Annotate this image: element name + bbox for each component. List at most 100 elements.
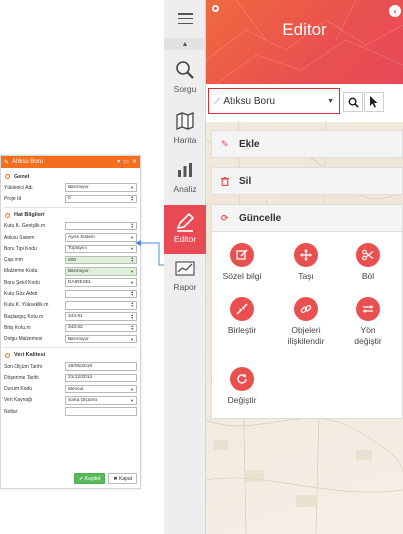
close-button[interactable]: ✖ Kapat (108, 473, 137, 484)
field-value: 31/12/2014 (68, 375, 93, 381)
nav-item-sorgu[interactable]: Sorgu (164, 60, 206, 104)
hamburger-menu-button[interactable] (164, 0, 206, 37)
spinner-icon[interactable]: ▲ ▼ (131, 302, 134, 309)
section-genel: Genel (1, 171, 140, 182)
editor-title: Editor (282, 20, 327, 39)
op-birlestir[interactable]: Birleştir (212, 297, 272, 336)
number-field[interactable]: 0 ▲ ▼ (65, 194, 137, 204)
genel-rows: Yüklenici Adı Bilinmiyor ▼ Proje Id 0 ▲ ▼ (1, 182, 140, 205)
select-field[interactable]: Toplayıcı ▼ (65, 244, 137, 254)
nav-item-editor[interactable]: Editor (164, 205, 206, 254)
chart-icon (178, 163, 192, 177)
number-field[interactable]: ▲ ▼ (65, 301, 137, 310)
close-window-button[interactable]: ✕ (132, 159, 137, 165)
search-button[interactable] (343, 92, 363, 112)
field-label: Atıksu Sistem (4, 234, 35, 241)
op-sozel-bilgi[interactable]: Sözel bilgi (212, 243, 272, 282)
nav-item-analiz[interactable]: Analiz (164, 160, 206, 204)
op-tasi[interactable]: Taşı (276, 243, 336, 282)
op-degistir[interactable]: Değiştir (212, 367, 272, 406)
field-value: 0 (68, 196, 71, 202)
scroll-up-button[interactable]: ▲ (164, 38, 206, 50)
field-value: Bilinmiyor (68, 336, 89, 342)
chevron-down-icon: ▼ (130, 185, 134, 191)
nav-item-harita[interactable]: Harita (164, 111, 206, 155)
form-row: Bitiş Kotu.m 343,62 ▲ ▼ (1, 322, 140, 333)
field-label: Yüklenici Adı (4, 184, 33, 191)
collapse-window-button[interactable]: ▾ (117, 159, 120, 165)
nav-label: Harita (173, 135, 197, 145)
field-value: DAIRESEL (68, 280, 92, 286)
nav-item-rapor[interactable]: Rapor (164, 258, 206, 302)
date-field[interactable]: 28/05/2019 (65, 362, 137, 371)
ekle-section[interactable]: ✎ Ekle (211, 130, 403, 158)
op-objeleri-iliskilendir[interactable]: Objeleri ilişkilendir (276, 297, 336, 346)
layer-select-value: Atıksu Boru (223, 95, 276, 107)
number-field[interactable]: 600 ▲ ▼ (65, 255, 137, 265)
spinner-icon[interactable]: ▲ ▼ (131, 313, 134, 320)
sil-section[interactable]: Sil (211, 167, 403, 195)
select-field[interactable]: Bilinmiyor ▼ (65, 334, 137, 344)
pencil-icon: ✎ (4, 159, 10, 166)
kalite-rows: Son Ölçüm Tarihi 28/05/2019 Döşenme Tarihi… (1, 361, 140, 417)
menu-icon (177, 13, 193, 24)
op-label: Birleştir (227, 325, 257, 335)
layer-select[interactable]: ⟋ Atıksu Boru ▼ (208, 88, 340, 114)
select-pointer-button[interactable] (364, 92, 384, 112)
divider (4, 206, 137, 208)
header-pattern (206, 0, 403, 84)
chevron-left-icon: ‹ (393, 6, 397, 16)
section-veri-kalitesi: Veri Kalitesi (1, 350, 140, 361)
search-icon (348, 97, 359, 108)
form-titlebar[interactable]: ✎ Atıksu Boru ▾ ▭ ✕ (1, 156, 140, 168)
select-field[interactable]: Saha Ölçümü ▼ (65, 396, 137, 405)
spinner-icon[interactable]: ▲ ▼ (131, 195, 134, 202)
select-field[interactable]: Bilinmiyor ▼ (65, 267, 137, 276)
field-value: 28/05/2019 (68, 364, 93, 369)
header-status-dot (212, 5, 219, 12)
field-label: Boru Şekil Kodu (4, 279, 40, 286)
field-value: Toplayıcı (68, 246, 87, 252)
number-field[interactable]: ▲ ▼ (65, 289, 137, 299)
section-ring-icon (5, 212, 10, 218)
nav-label: Analiz (173, 184, 197, 194)
spinner-icon[interactable]: ▲ ▼ (131, 324, 134, 331)
spinner-icon[interactable]: ▲ ▼ (131, 222, 134, 229)
field-label: Son Ölçüm Tarihi (4, 363, 42, 370)
select-field[interactable]: Ayrık Sistem ▼ (65, 233, 137, 242)
field-label: Döşenme Tarihi (4, 374, 39, 381)
chevron-up-icon: ▲ (181, 40, 189, 48)
select-field[interactable]: Mevcut ▼ (65, 384, 137, 394)
attribute-form-window: ✎ Atıksu Boru ▾ ▭ ✕ Genel Yüklenici Adı B… (0, 155, 141, 489)
field-value: Bilinmiyor (68, 268, 89, 274)
save-label: Kaydet (84, 475, 101, 482)
number-field[interactable]: 343,91 ▲ ▼ (65, 312, 137, 321)
guncelle-label: Güncelle (239, 212, 282, 224)
op-bol[interactable]: Böl (338, 243, 398, 282)
field-value: Ayrık Sistem (68, 235, 95, 241)
field-label: Veri Kaynağı (4, 397, 33, 404)
field-value: Bilinmiyor (68, 185, 89, 191)
select-field[interactable]: Bilinmiyor ▼ (65, 183, 137, 192)
map-icon (176, 112, 194, 130)
number-field[interactable]: 343,62 ▲ ▼ (65, 323, 137, 333)
scissors-icon (356, 243, 380, 267)
op-label: Objeleri ilişkilendir (287, 325, 325, 346)
text-field[interactable] (65, 407, 137, 416)
form-footer: ✔ Kaydet ✖ Kapat (74, 473, 137, 484)
maximize-window-button[interactable]: ▭ (123, 159, 129, 165)
op-label: Taşı (298, 271, 314, 281)
search-icon (176, 61, 194, 79)
chevron-down-icon: ▼ (130, 336, 134, 342)
guncelle-section[interactable]: ⟳ Güncelle (211, 204, 403, 232)
collapse-panel-button[interactable]: ‹ (389, 5, 401, 17)
spinner-icon[interactable]: ▲ ▼ (131, 290, 134, 297)
field-value: 343,91 (68, 314, 83, 320)
select-field[interactable]: DAIRESEL ▼ (65, 278, 137, 287)
form-row: Son Ölçüm Tarihi 28/05/2019 (1, 361, 140, 372)
section-title: Veri Kalitesi (14, 352, 46, 359)
number-field[interactable]: ▲ ▼ (65, 221, 137, 231)
date-field[interactable]: 31/12/2014 (65, 373, 137, 383)
op-yon-degistir[interactable]: Yön değiştir (338, 297, 398, 346)
save-button[interactable]: ✔ Kaydet (74, 473, 106, 484)
